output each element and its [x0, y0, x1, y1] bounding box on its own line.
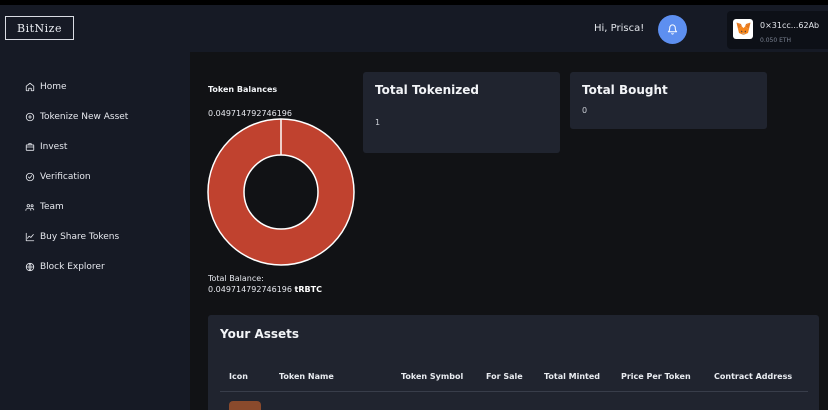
- sidebar-item-label: Home: [40, 82, 67, 92]
- user-greeting: Hi, Prisca!: [594, 23, 645, 34]
- plus-circle-icon: [25, 112, 35, 122]
- column-header-token-symbol: Token Symbol: [401, 372, 464, 381]
- column-header-icon: Icon: [229, 372, 248, 381]
- header: BitNize Hi, Prisca! 0×31cc...62Ab 0.050 …: [0, 5, 828, 52]
- wallet-balance: 0.050 ETH: [760, 37, 792, 44]
- total-balance-unit: tRBTC: [294, 285, 322, 294]
- sidebar-item-buy-share-tokens[interactable]: Buy Share Tokens: [25, 230, 119, 244]
- sidebar-item-label: Block Explorer: [40, 262, 105, 272]
- total-balance-amount: 0.049714792746196: [208, 285, 292, 294]
- column-header-token-name: Token Name: [279, 372, 334, 381]
- brand-logo[interactable]: BitNize: [5, 16, 74, 40]
- notification-button[interactable]: [658, 15, 687, 44]
- card-value: 1: [375, 118, 381, 127]
- sidebar-item-label: Verification: [40, 172, 91, 182]
- wallet-address: 0×31cc...62Ab: [760, 21, 820, 30]
- card-value: 0: [582, 106, 588, 115]
- sidebar-item-verification[interactable]: Verification: [25, 170, 91, 184]
- total-bought-card: Total Bought 0: [570, 72, 767, 129]
- card-title: Total Tokenized: [375, 83, 479, 97]
- metamask-fox-icon: [733, 19, 753, 39]
- sidebar-item-tokenize-new-asset[interactable]: Tokenize New Asset: [25, 110, 128, 124]
- sidebar-item-label: Buy Share Tokens: [40, 232, 120, 242]
- sidebar: Home Tokenize New Asset Invest Verificat…: [0, 52, 190, 410]
- total-balance-label: Total Balance:: [208, 274, 264, 283]
- column-header-for-sale: For Sale: [486, 372, 523, 381]
- check-circle-icon: [25, 172, 35, 182]
- home-icon: [25, 82, 35, 92]
- wallet-button[interactable]: 0×31cc...62Ab 0.050 ETH: [727, 11, 828, 49]
- sidebar-item-label: Team: [40, 202, 64, 212]
- globe-icon: [25, 262, 35, 272]
- token-balances-title: Token Balances: [208, 85, 278, 94]
- briefcase-icon: [25, 143, 35, 151]
- token-balance-donut: [207, 118, 355, 266]
- sidebar-item-label: Invest: [40, 142, 68, 152]
- donut-inner-border: [243, 154, 319, 230]
- total-balance-value: 0.049714792746196 tRBTC: [208, 285, 322, 294]
- sidebar-item-home[interactable]: Home: [25, 80, 67, 94]
- column-header-contract-address: Contract Address: [714, 372, 793, 381]
- bell-icon: [667, 24, 678, 35]
- chart-line-icon: [25, 232, 35, 242]
- table-header-divider: [220, 391, 808, 392]
- asset-row-icon: [229, 401, 261, 410]
- column-header-price-per-token: Price Per Token: [621, 372, 691, 381]
- sidebar-item-block-explorer[interactable]: Block Explorer: [25, 260, 105, 274]
- sidebar-item-team[interactable]: Team: [25, 200, 64, 214]
- sidebar-item-invest[interactable]: Invest: [25, 140, 67, 154]
- team-icon: [25, 204, 35, 211]
- card-title: Total Bought: [582, 83, 668, 97]
- column-header-total-minted: Total Minted: [544, 372, 601, 381]
- total-tokenized-card: Total Tokenized 1: [363, 72, 560, 153]
- your-assets-panel: Your Assets Icon Token Name Token Symbol…: [208, 315, 819, 410]
- your-assets-title: Your Assets: [220, 327, 300, 341]
- sidebar-item-label: Tokenize New Asset: [40, 112, 129, 122]
- token-balance-value: 0.049714792746196: [208, 109, 292, 118]
